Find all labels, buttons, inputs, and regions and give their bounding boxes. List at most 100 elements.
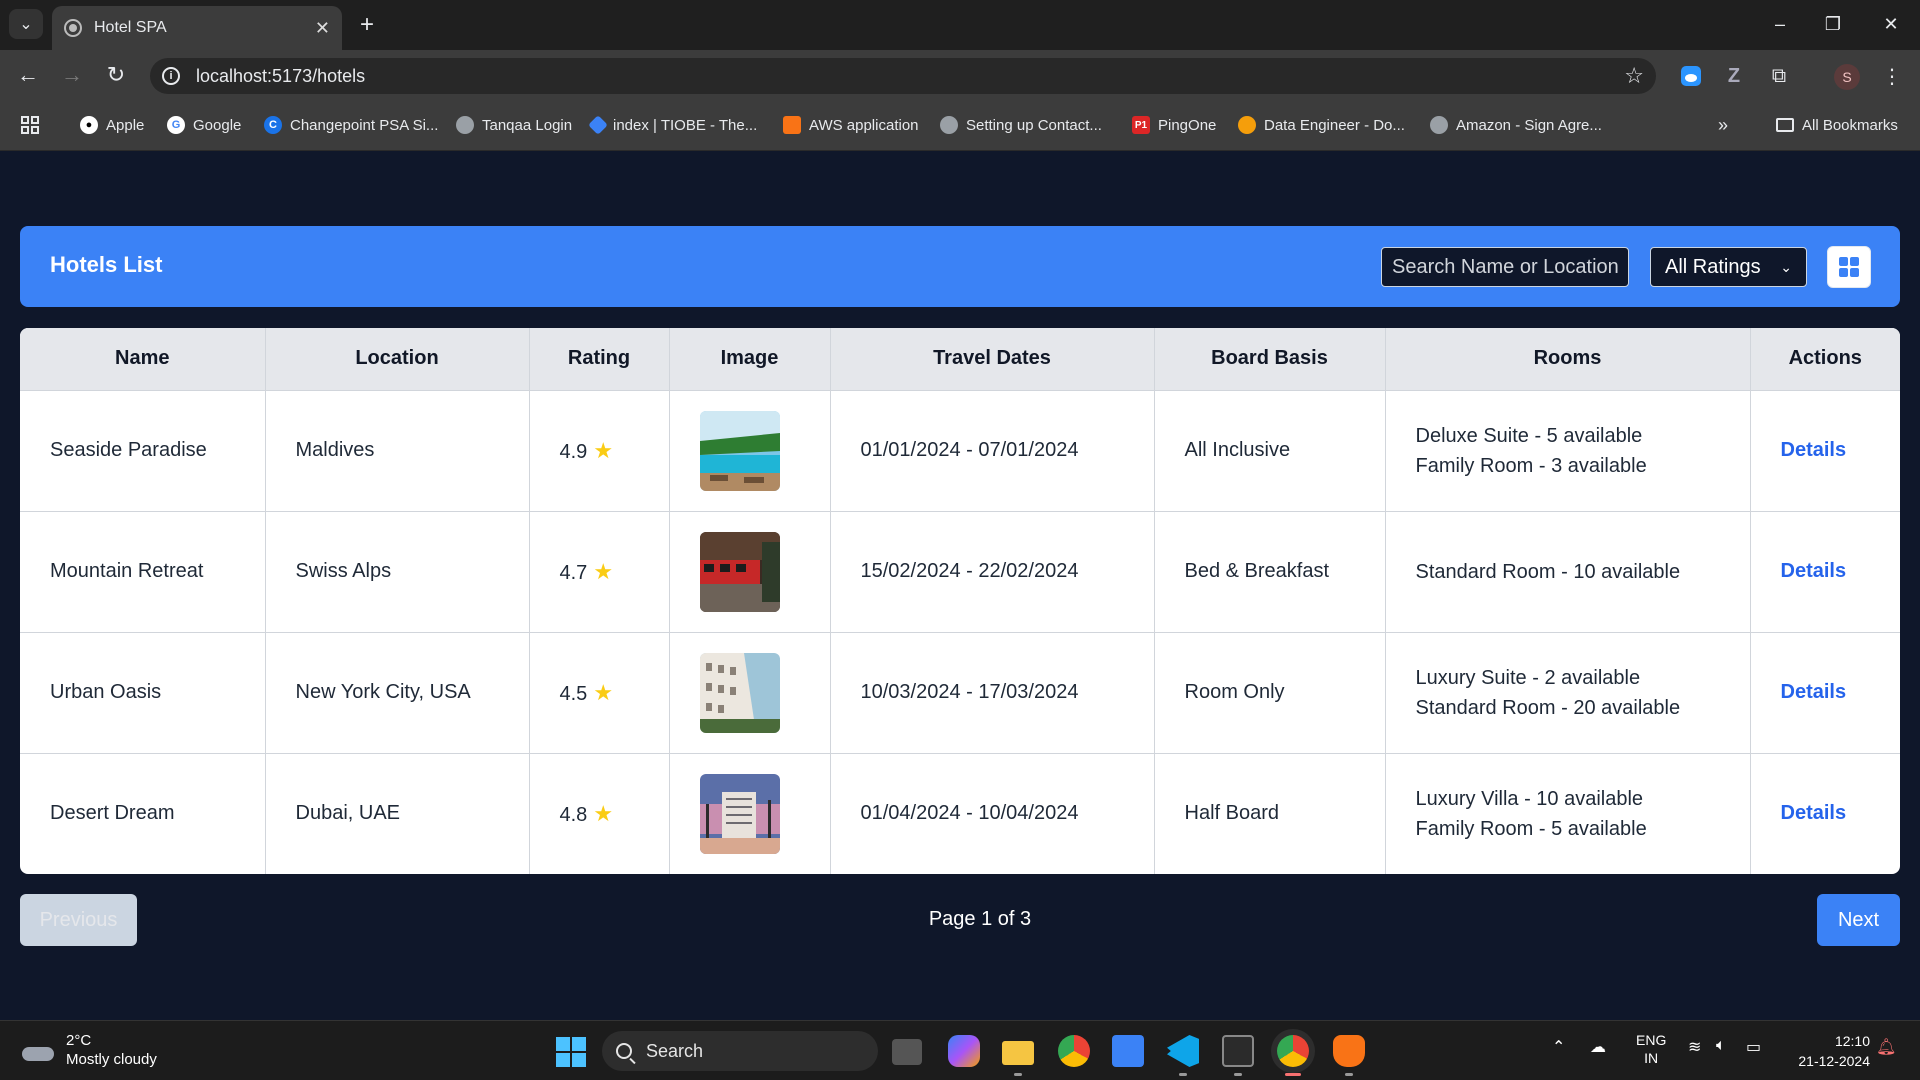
system-clock[interactable]: 12:10 21-12-2024: [1780, 1031, 1870, 1071]
rooms-cell: Deluxe Suite - 5 available Family Room -…: [1385, 390, 1751, 512]
browser-tab[interactable]: Hotel SPA ✕: [52, 6, 342, 50]
details-link[interactable]: Details: [1781, 681, 1847, 703]
column-header-name: Name: [20, 328, 266, 391]
microsoft-store-icon[interactable]: [1112, 1035, 1144, 1067]
file-explorer-icon[interactable]: [1002, 1041, 1034, 1065]
rooms-cell: Luxury Suite - 2 available Standard Room…: [1385, 632, 1751, 754]
bookmark-label: Setting up Contact...: [966, 116, 1102, 134]
cloudy-weather-icon: [20, 1037, 56, 1063]
chrome-icon[interactable]: [1058, 1035, 1090, 1067]
search-input[interactable]: [1381, 247, 1629, 287]
table-header-row: Name Location Rating Image Travel Dates …: [20, 328, 1900, 391]
close-window-button[interactable]: ✕: [1871, 8, 1911, 40]
puzzle-extensions-icon[interactable]: ⧉: [1765, 62, 1793, 90]
globe-icon: [1430, 116, 1448, 134]
google-icon: G: [167, 116, 185, 134]
copilot-icon[interactable]: [948, 1035, 980, 1067]
next-button[interactable]: Next: [1817, 894, 1900, 946]
column-header-travel-dates: Travel Dates: [830, 328, 1155, 391]
star-icon: ★: [593, 679, 614, 705]
onedrive-icon[interactable]: ☁: [1590, 1037, 1606, 1057]
bookmark-apple[interactable]: ● Apple: [80, 114, 144, 136]
hotel-rating: 4.7: [559, 561, 588, 584]
restore-button[interactable]: ❐: [1813, 8, 1853, 40]
cloud-extension-icon[interactable]: [1677, 62, 1705, 90]
bookmark-changepoint[interactable]: C Changepoint PSA Si...: [264, 114, 438, 136]
task-view-icon[interactable]: [892, 1039, 922, 1065]
room-availability: Luxury Villa - 10 available: [1415, 787, 1644, 810]
language-indicator[interactable]: ENG IN: [1636, 1031, 1666, 1067]
taskbar: 2°C Mostly cloudy Search ⌃ ☁ ENG IN ≋ 🔈︎…: [0, 1020, 1920, 1080]
wifi-icon[interactable]: ≋: [1688, 1037, 1701, 1057]
column-header-actions: Actions: [1750, 328, 1900, 391]
column-header-location: Location: [265, 328, 530, 391]
terminal-icon[interactable]: [1222, 1035, 1254, 1067]
close-icon[interactable]: ✕: [315, 18, 330, 39]
details-link[interactable]: Details: [1781, 439, 1847, 461]
region-code: IN: [1644, 1050, 1659, 1066]
board-basis: Room Only: [1154, 632, 1386, 754]
z-extension-icon[interactable]: Z: [1720, 62, 1748, 90]
folder-icon: [1776, 118, 1794, 132]
profile-avatar[interactable]: S: [1834, 64, 1860, 90]
volume-icon[interactable]: 🔈︎: [1716, 1037, 1726, 1055]
hotels-table: Name Location Rating Image Travel Dates …: [20, 328, 1900, 874]
star-icon: ★: [593, 800, 614, 826]
chevron-up-icon[interactable]: ⌃: [1552, 1037, 1565, 1057]
rooms-cell: Standard Room - 10 available: [1385, 511, 1751, 633]
hotel-name: Desert Dream: [20, 753, 266, 874]
rating-filter-select[interactable]: All Ratings ⌄: [1650, 247, 1807, 287]
taskbar-search[interactable]: Search: [602, 1031, 878, 1071]
actions-cell: Details: [1750, 632, 1900, 754]
address-bar[interactable]: i localhost:5173/hotels ☆: [150, 58, 1656, 94]
previous-button[interactable]: Previous: [20, 894, 137, 946]
bookmark-data-engineer[interactable]: Data Engineer - Do...: [1238, 114, 1405, 136]
battery-icon[interactable]: ▭: [1746, 1037, 1761, 1057]
hotel-image-cell: [669, 390, 831, 512]
chrome-active-icon[interactable]: [1277, 1035, 1309, 1067]
vscode-icon[interactable]: [1167, 1035, 1199, 1067]
bookmark-tiobe[interactable]: index | TIOBE - The...: [588, 114, 758, 136]
site-info-icon[interactable]: i: [162, 67, 180, 85]
bookmark-label: Changepoint PSA Si...: [290, 116, 439, 134]
details-link[interactable]: Details: [1781, 560, 1847, 582]
column-header-board-basis: Board Basis: [1154, 328, 1386, 391]
bookmark-google[interactable]: G Google: [167, 114, 241, 136]
tab-search-button[interactable]: ⌄: [9, 9, 43, 39]
bookmark-pingone[interactable]: P1 PingOne: [1132, 114, 1216, 136]
page-title: Hotels List: [50, 252, 163, 277]
notification-bell-icon[interactable]: 🔔︎: [1876, 1037, 1896, 1057]
bookmark-label: index | TIOBE - The...: [613, 116, 758, 134]
hotel-rating: 4.9: [559, 440, 588, 463]
rooms-cell: Luxury Villa - 10 available Family Room …: [1385, 753, 1751, 874]
bookmark-amazon[interactable]: Amazon - Sign Agre...: [1430, 114, 1602, 136]
grid-view-button[interactable]: [1827, 246, 1871, 288]
brave-icon[interactable]: [1333, 1035, 1365, 1067]
language-code: ENG: [1636, 1032, 1667, 1048]
bookmark-star-icon[interactable]: ☆: [1624, 63, 1644, 89]
details-link[interactable]: Details: [1781, 802, 1847, 824]
star-icon: ★: [593, 437, 614, 463]
apps-grid-icon[interactable]: [20, 114, 40, 136]
data-engineer-icon: [1238, 116, 1256, 134]
back-button[interactable]: ←: [12, 60, 44, 90]
forward-button[interactable]: →: [56, 60, 88, 90]
bookmark-label: Amazon - Sign Agre...: [1456, 116, 1602, 134]
new-tab-button[interactable]: +: [352, 10, 382, 40]
reload-button[interactable]: ↻: [100, 60, 132, 90]
bookmark-tanqaa[interactable]: Tanqaa Login: [456, 114, 572, 136]
windows-start-icon[interactable]: [556, 1037, 586, 1067]
bookmark-contact[interactable]: Setting up Contact...: [940, 114, 1102, 136]
kebab-menu-icon[interactable]: ⋮: [1878, 62, 1906, 90]
hotels-header: Hotels List All Ratings ⌄: [20, 226, 1900, 307]
changepoint-icon: C: [264, 116, 282, 134]
bookmark-aws[interactable]: AWS application: [783, 114, 919, 136]
board-basis: Bed & Breakfast: [1154, 511, 1386, 633]
more-bookmarks-icon[interactable]: »: [1718, 114, 1728, 136]
weather-widget[interactable]: 2°C Mostly cloudy: [20, 1031, 157, 1069]
all-bookmarks[interactable]: All Bookmarks: [1776, 114, 1898, 136]
hotel-rating-cell: 4.9 ★: [529, 390, 670, 512]
aws-icon: [783, 116, 801, 134]
hotel-location: Swiss Alps: [265, 511, 530, 633]
minimize-button[interactable]: –: [1760, 8, 1800, 40]
